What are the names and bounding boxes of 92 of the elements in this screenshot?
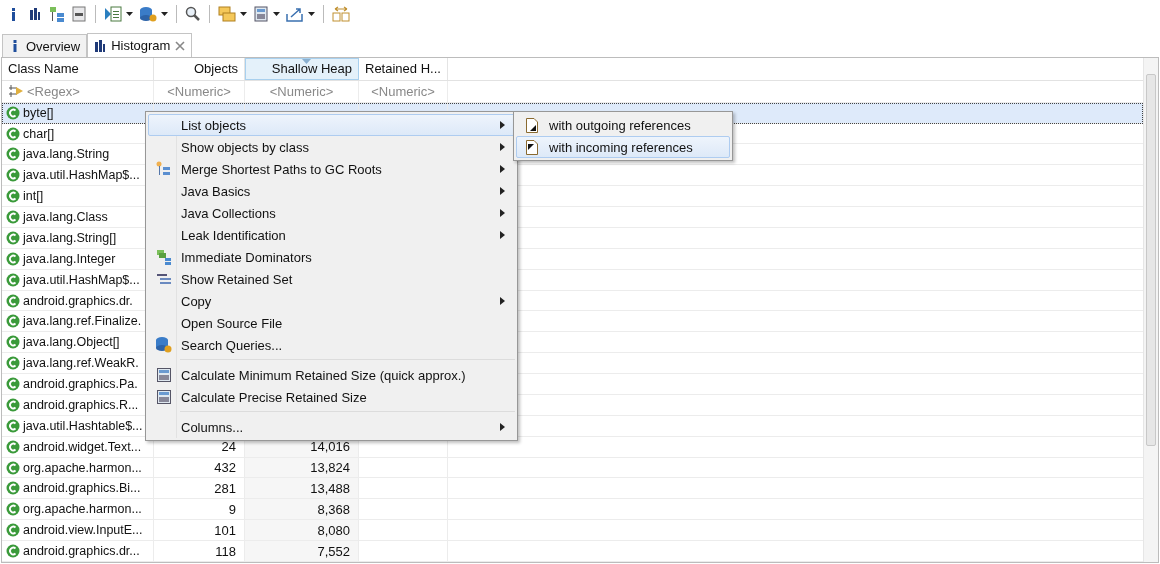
export-icon bbox=[286, 6, 304, 22]
document-icon bbox=[526, 139, 538, 155]
scrollbar[interactable] bbox=[1143, 58, 1158, 562]
class-icon bbox=[6, 105, 20, 120]
table-cell: 118 bbox=[215, 543, 236, 559]
class-icon bbox=[6, 439, 20, 454]
submenu-arrow-icon bbox=[500, 209, 505, 217]
submenu-arrow-icon bbox=[500, 423, 505, 431]
calculator-icon bbox=[253, 6, 269, 22]
submenu-arrow-icon bbox=[500, 121, 505, 129]
column-header[interactable]: Shallow Heap bbox=[245, 58, 359, 80]
class-icon bbox=[6, 189, 20, 204]
caret-icon bbox=[273, 12, 280, 16]
tab[interactable]: Overview bbox=[2, 34, 88, 57]
caret-icon bbox=[240, 12, 247, 16]
database-gear-icon bbox=[155, 336, 173, 354]
database-gear-icon bbox=[139, 6, 157, 22]
submenu-arrow-icon bbox=[500, 187, 505, 195]
tab[interactable]: Histogram bbox=[87, 33, 193, 57]
table-cell: 13,488 bbox=[310, 480, 350, 496]
search-icon bbox=[185, 6, 201, 22]
class-icon bbox=[6, 418, 20, 433]
class-icon bbox=[6, 126, 20, 141]
table-cell: 13,824 bbox=[310, 460, 350, 476]
caret-icon bbox=[161, 12, 168, 16]
class-icon bbox=[6, 230, 20, 245]
table-cell: android.view.InputE... bbox=[2, 520, 154, 541]
class-icon bbox=[6, 523, 20, 538]
menu-item[interactable]: with incoming references bbox=[516, 136, 730, 158]
class-icon bbox=[6, 335, 20, 350]
class-icon bbox=[6, 502, 20, 517]
class-icon bbox=[6, 356, 20, 371]
class-icon bbox=[6, 210, 20, 225]
calculator-icon bbox=[157, 368, 171, 382]
table-cell: android.graphics.Bi... bbox=[2, 478, 154, 499]
bar-chart-icon bbox=[27, 6, 43, 22]
windows-icon bbox=[218, 6, 236, 22]
table-cell: 101 bbox=[214, 522, 236, 538]
table-cell: android.graphics.dr... bbox=[2, 541, 154, 561]
submenu-arrow-icon bbox=[500, 231, 505, 239]
close-icon[interactable] bbox=[175, 40, 186, 51]
toolbar-button[interactable] bbox=[251, 3, 282, 25]
caret-icon bbox=[308, 12, 315, 16]
tree-icon bbox=[156, 161, 172, 177]
table-cell: 24 bbox=[221, 439, 236, 455]
document-icon bbox=[526, 117, 538, 133]
sort-arrow-icon bbox=[302, 59, 311, 64]
filter-field[interactable]: <Numeric> bbox=[245, 80, 359, 102]
table-cell: org.apache.harmon... bbox=[2, 457, 154, 478]
document-icon bbox=[71, 6, 87, 22]
info-icon bbox=[13, 40, 17, 52]
list-icon bbox=[104, 6, 122, 22]
menu-item[interactable]: with outgoing references bbox=[516, 114, 730, 136]
submenu-arrow-icon bbox=[500, 297, 505, 305]
column-header[interactable]: Class Name bbox=[2, 58, 154, 80]
toolbar-button[interactable] bbox=[69, 3, 89, 25]
table-cell: 7,552 bbox=[317, 543, 350, 559]
lines-icon bbox=[156, 272, 172, 286]
class-icon bbox=[6, 377, 20, 392]
tree-icon bbox=[156, 249, 172, 265]
class-icon bbox=[6, 397, 20, 412]
table-cell: 281 bbox=[214, 480, 236, 496]
table-cell: 432 bbox=[214, 460, 236, 476]
submenu-arrow-icon bbox=[500, 143, 505, 151]
table-cell: 8,080 bbox=[317, 522, 350, 538]
menu-item[interactable]: List objects bbox=[148, 114, 515, 136]
calculator-icon bbox=[157, 390, 171, 404]
table-cell: 8,368 bbox=[317, 501, 350, 517]
column-header[interactable]: Retained H... bbox=[359, 58, 448, 80]
class-icon bbox=[6, 293, 20, 308]
class-icon bbox=[6, 314, 20, 329]
class-icon bbox=[6, 272, 20, 287]
table-cell: org.apache.harmon... bbox=[2, 499, 154, 520]
table-cell: 14,016 bbox=[310, 439, 350, 455]
submenu-arrow-icon bbox=[500, 165, 505, 173]
bar-chart-icon bbox=[94, 38, 107, 53]
info-icon bbox=[11, 7, 16, 21]
class-icon bbox=[6, 251, 20, 266]
class-icon bbox=[6, 481, 20, 496]
class-icon bbox=[6, 544, 20, 559]
tree-icon bbox=[49, 6, 65, 22]
filter-field[interactable]: <Numeric> bbox=[154, 80, 245, 102]
class-icon bbox=[6, 460, 20, 475]
filter-field[interactable]: <Numeric> bbox=[359, 80, 448, 102]
caret-icon bbox=[126, 12, 133, 16]
class-icon bbox=[6, 168, 20, 183]
columns-icon bbox=[332, 6, 350, 22]
filter-field[interactable]: <Regex> bbox=[2, 80, 154, 102]
class-icon bbox=[6, 147, 20, 162]
table-cell: 9 bbox=[228, 501, 236, 517]
filter-icon bbox=[8, 84, 24, 99]
toolbar-button[interactable] bbox=[102, 3, 135, 25]
